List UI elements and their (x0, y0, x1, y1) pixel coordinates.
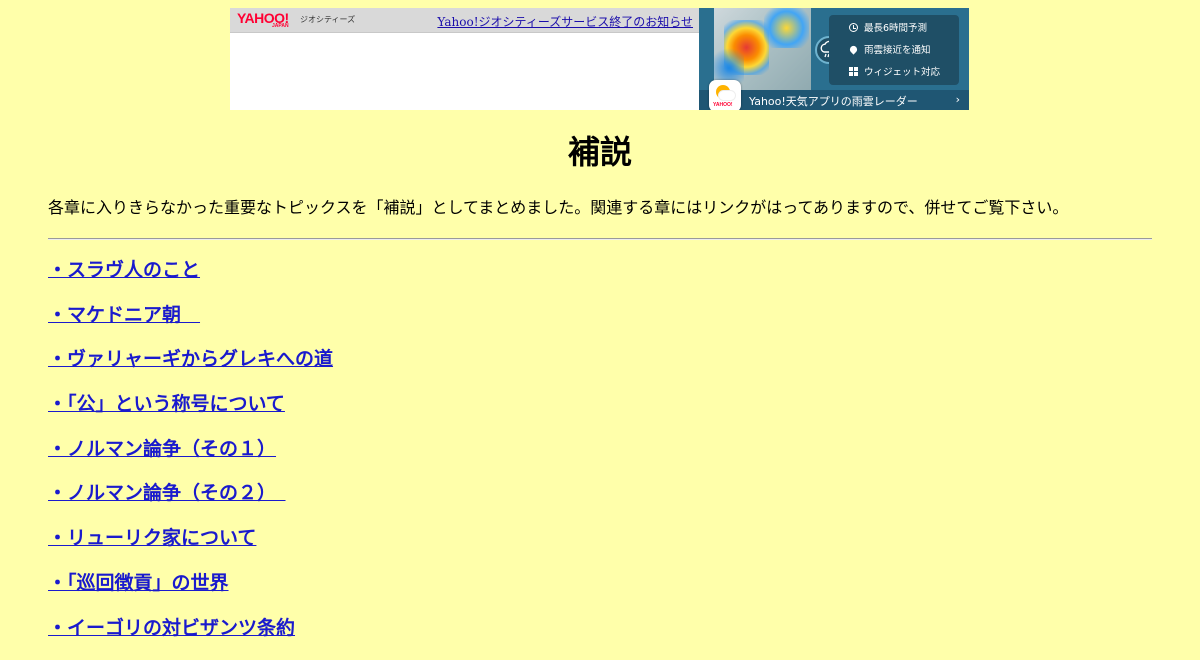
weather-app-icon: YAHOO! (709, 80, 741, 110)
topic-link-normanist-2[interactable]: ・ノルマン論争（その２） (48, 482, 286, 504)
rain-radar-map-image (714, 8, 811, 90)
list-item: ・スラヴ人のこと (48, 258, 333, 303)
ad-cta-text: Yahoo!天気アプリの雨雲レーダー (749, 93, 918, 109)
yahoo-japan-logo-sub: JAPAN (272, 23, 289, 29)
service-end-notice-link[interactable]: Yahoo!ジオシティーズサービス終了のお知らせ (437, 13, 693, 30)
geocities-label: ジオシティーズ (300, 14, 355, 25)
ad-feature-forecast: 最長6時間予測 (849, 23, 927, 35)
list-item: ・イーゴリの対ビザンツ条約 (48, 616, 333, 660)
geocities-header-bar: YAHOO! JAPAN ジオシティーズ Yahoo!ジオシティーズサービス終了… (230, 8, 699, 33)
clock-icon (849, 23, 858, 32)
page-title: 補説 (0, 132, 1200, 172)
widget-icon (849, 67, 858, 76)
ad-feature-widget: ウィジェット対応 (849, 67, 940, 79)
intro-text: 各章に入りきらなかった重要なトピックスを「補説」としてまとめました。関連する章に… (48, 198, 1068, 218)
weather-radar-ad[interactable]: 最長6時間予測 雨雲接近を通知 ウィジェット対応 Yahoo!天気アプリの雨雲レ… (699, 8, 969, 110)
list-item: ・ノルマン論争（その２） (48, 481, 333, 526)
topic-link-slavs[interactable]: ・スラヴ人のこと (48, 259, 200, 281)
list-item: ・「公」という称号について (48, 392, 333, 437)
ad-feature-panel: 最長6時間予測 雨雲接近を通知 ウィジェット対応 (829, 15, 959, 85)
list-item: ・マケドニア朝 (48, 303, 333, 348)
list-item: ・ヴァリャーギからグレキへの道 (48, 347, 333, 392)
topic-link-rurikids[interactable]: ・リューリク家について (48, 527, 256, 549)
geocities-banner: YAHOO! JAPAN ジオシティーズ Yahoo!ジオシティーズサービス終了… (230, 8, 969, 110)
topic-link-varangians-to-greeks[interactable]: ・ヴァリャーギからグレキへの道 (48, 348, 333, 370)
list-item: ・「巡回徴貢」の世界 (48, 571, 333, 616)
chevron-right-icon: › (956, 93, 960, 106)
list-item: ・リューリク家について (48, 526, 333, 571)
geocities-notice-area: YAHOO! JAPAN ジオシティーズ Yahoo!ジオシティーズサービス終了… (230, 8, 699, 110)
ad-feature-notify: 雨雲接近を通知 (849, 45, 931, 57)
topic-link-macedonian-dynasty[interactable]: ・マケドニア朝 (48, 304, 200, 326)
map-pin-icon (848, 44, 858, 54)
topic-list: ・スラヴ人のこと ・マケドニア朝 ・ヴァリャーギからグレキへの道 ・「公」という… (48, 258, 333, 660)
topic-link-prince-title[interactable]: ・「公」という称号について (48, 393, 285, 415)
topic-link-polyudye[interactable]: ・「巡回徴貢」の世界 (48, 572, 229, 594)
divider (48, 238, 1152, 240)
list-item: ・ノルマン論争（その１） (48, 437, 333, 482)
topic-link-igor-treaty[interactable]: ・イーゴリの対ビザンツ条約 (48, 617, 295, 639)
topic-link-normanist-1[interactable]: ・ノルマン論争（その１） (48, 438, 276, 460)
